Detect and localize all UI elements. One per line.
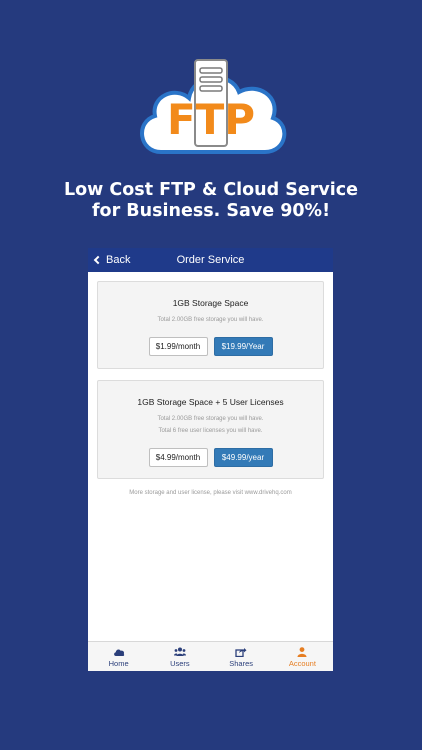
plan-card-storage: 1GB Storage Space Total 2.00GB free stor… [97, 281, 324, 369]
tab-shares[interactable]: Shares [211, 642, 272, 671]
tab-label: Shares [229, 659, 253, 668]
cloud-icon [113, 649, 124, 656]
users-icon [173, 647, 186, 656]
plan-note: Total 6 free user licenses you will have… [158, 428, 263, 434]
headline-line-2: for Business. Save 90%! [91, 201, 331, 221]
cloud-server-icon: FTP [140, 59, 287, 154]
monthly-price-button[interactable]: $4.99/month [148, 448, 208, 467]
tab-label: Home [108, 659, 129, 668]
plan-title: 1GB Storage Space [172, 298, 249, 308]
tab-label: Account [288, 659, 316, 668]
yearly-price-button[interactable]: $19.99/Year [213, 337, 273, 356]
plan-note: Total 2.00GB free storage you will have. [157, 416, 264, 422]
navbar: Order Service Back [88, 248, 333, 272]
plan-card-storage-users: 1GB Storage Space + 5 User Licenses Tota… [97, 380, 324, 479]
plan-title: 1GB Storage Space + 5 User Licenses [137, 397, 284, 407]
tab-bar: Home Users Shares Account [88, 641, 333, 671]
monthly-price-button[interactable]: $1.99/month [148, 337, 208, 356]
back-button-label: Back [106, 254, 131, 266]
tab-users[interactable]: Users [149, 642, 210, 671]
tab-account[interactable]: Account [272, 642, 333, 671]
headline-line-1: Low Cost FTP & Cloud Service [63, 180, 359, 200]
footer-note: More storage and user license, please vi… [129, 490, 292, 496]
ftp-cloud-logo: FTP [131, 56, 291, 162]
plan-note: Total 2.00GB free storage you will have. [157, 317, 264, 323]
tab-home[interactable]: Home [88, 642, 149, 671]
headline: Low Cost FTP & Cloud Service for Busines… [0, 180, 422, 222]
tab-label: Users [170, 659, 190, 668]
back-button[interactable]: Back [93, 252, 130, 268]
chevron-left-icon [93, 255, 103, 265]
logo-text: FTP [167, 95, 255, 144]
yearly-price-button[interactable]: $49.99/year [213, 448, 273, 467]
person-icon [297, 647, 307, 657]
app-screen: Order Service Back 1GB Storage Space Tot… [88, 248, 333, 671]
share-icon [235, 648, 247, 657]
